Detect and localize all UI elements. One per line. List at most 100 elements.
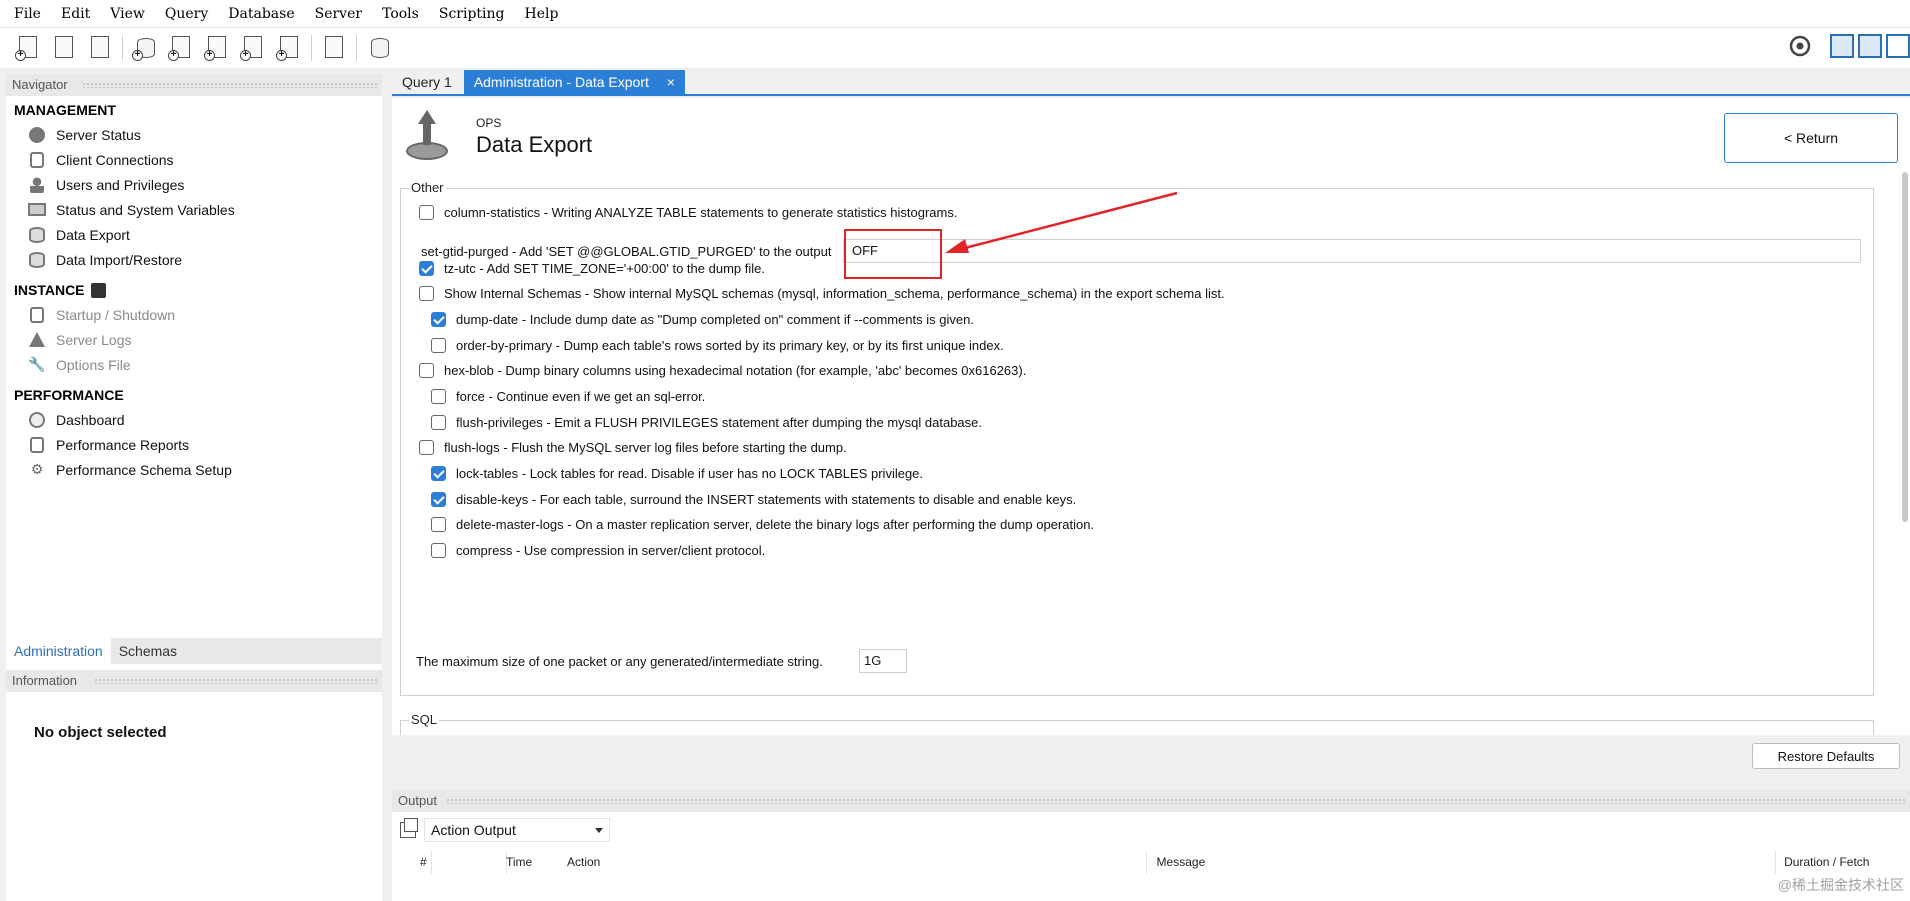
navigator-tabs: Administration Schemas [6,638,382,664]
info-icon[interactable] [86,34,114,62]
option-column-statistics[interactable]: column-statistics - Writing ANALYZE TABL… [419,205,957,220]
toggle-output-icon[interactable] [1858,34,1882,58]
nav-options-file[interactable]: 🔧 Options File [6,352,382,377]
menu-database[interactable]: Database [218,6,304,22]
tab-administration[interactable]: Administration [6,638,111,664]
new-function-icon[interactable]: + [275,34,303,62]
menu-view[interactable]: View [100,6,155,22]
tab-query-1[interactable]: Query 1 [392,70,462,94]
checkbox[interactable] [431,466,446,481]
nav-performance-reports[interactable]: Performance Reports [6,432,382,457]
checkbox[interactable] [419,440,434,455]
checkbox[interactable] [431,492,446,507]
new-schema-icon[interactable]: + [131,34,159,62]
checkbox[interactable] [419,363,434,378]
vertical-scrollbar[interactable] [1902,172,1908,522]
toggle-secondary-sidebar-icon[interactable] [1886,34,1910,58]
open-sql-script-icon[interactable] [50,34,78,62]
nav-status-variables[interactable]: Status and System Variables [6,197,382,222]
setup-icon: ⚙ [30,461,44,477]
column-header-message[interactable]: Message [1147,850,1777,874]
menu-edit[interactable]: Edit [51,6,100,22]
option-flush-logs[interactable]: flush-logs - Flush the MySQL server log … [419,440,847,455]
option-delete-master-logs[interactable]: delete-master-logs - On a master replica… [431,517,1094,532]
nav-server-logs[interactable]: Server Logs [6,327,382,352]
output-table-header: # Time Action Message Duration / Fetch [392,850,1910,874]
return-button[interactable]: < Return [1724,113,1898,163]
option-lock-tables[interactable]: lock-tables - Lock tables for read. Disa… [431,466,923,481]
option-label: flush-logs - Flush the MySQL server log … [444,440,847,455]
max-packet-field[interactable]: 1G [859,649,907,673]
option-label: hex-blob - Dump binary columns using hex… [444,363,1027,378]
column-header-duration[interactable]: Duration / Fetch [1776,850,1910,874]
close-icon[interactable]: × [667,74,675,90]
option-force[interactable]: force - Continue even if we get an sql-e… [431,389,705,404]
nav-label: Options File [56,356,131,373]
checkbox[interactable] [431,517,446,532]
checkbox[interactable] [431,543,446,558]
option-label: compress - Use compression in server/cli… [456,543,766,558]
nav-client-connections[interactable]: Client Connections [6,147,382,172]
option-dump-date[interactable]: dump-date - Include dump date as "Dump c… [431,312,974,327]
page-title: Data Export [476,132,593,157]
reconnect-icon[interactable] [365,34,393,62]
toggle-sidebar-icon[interactable] [1830,34,1854,58]
no-object-selected: No object selected [34,724,167,741]
nav-users-privileges[interactable]: Users and Privileges [6,172,382,197]
option-label: disable-keys - For each table, surround … [456,492,1077,507]
toolbar-separator [311,35,312,61]
new-table-icon[interactable]: + [167,34,195,62]
option-label: force - Continue even if we get an sql-e… [456,389,706,404]
search-table-data-icon[interactable] [320,34,348,62]
nav-startup-shutdown[interactable]: Startup / Shutdown [6,302,382,327]
option-label: dump-date - Include dump date as "Dump c… [456,312,974,327]
checkbox[interactable] [431,338,446,353]
tab-data-export[interactable]: Administration - Data Export × [463,70,685,94]
nav-label: Data Import/Restore [56,251,183,268]
checkbox[interactable] [419,205,434,220]
menu-help[interactable]: Help [515,6,569,22]
menu-file[interactable]: File [4,6,51,22]
output-type-select[interactable]: Action Output [424,818,610,842]
terminal-icon[interactable] [90,282,106,298]
checkbox[interactable] [419,286,434,301]
restore-defaults-button[interactable]: Restore Defaults [1752,743,1900,769]
option-show-internal-schemas[interactable]: Show Internal Schemas - Show internal My… [419,286,1225,301]
nav-performance-schema-setup[interactable]: ⚙ Performance Schema Setup [6,457,382,482]
tab-schemas[interactable]: Schemas [111,638,185,664]
grip-handle [82,82,378,88]
menu-query[interactable]: Query [155,6,218,22]
nav-dashboard[interactable]: Dashboard [6,407,382,432]
checkbox[interactable] [431,312,446,327]
option-compress[interactable]: compress - Use compression in server/cli… [431,543,765,558]
option-disable-keys[interactable]: disable-keys - For each table, surround … [431,492,1076,507]
option-label: lock-tables - Lock tables for read. Disa… [456,466,924,481]
option-hex-blob[interactable]: hex-blob - Dump binary columns using hex… [419,363,1026,378]
option-tz-utc[interactable]: tz-utc - Add SET TIME_ZONE='+00:00' to t… [419,261,765,276]
preferences-icon[interactable] [1788,34,1812,58]
option-order-by-primary[interactable]: order-by-primary - Dump each table's row… [431,338,1004,353]
checkbox[interactable] [431,415,446,430]
column-header-number[interactable]: # [392,850,432,874]
nav-server-status[interactable]: Server Status [6,122,382,147]
warning-icon [28,331,46,349]
checkbox[interactable] [431,389,446,404]
copy-icon[interactable] [400,818,418,838]
nav-data-export[interactable]: Data Export [6,222,382,247]
option-flush-privileges[interactable]: flush-privileges - Emit a FLUSH PRIVILEG… [431,415,982,430]
menu-server[interactable]: Server [305,6,372,22]
select-value: Action Output [431,822,516,838]
nav-data-import[interactable]: Data Import/Restore [6,247,382,272]
section-performance: PERFORMANCE [6,381,382,407]
menu-scripting[interactable]: Scripting [429,6,515,22]
checkbox[interactable] [419,261,434,276]
new-procedure-icon[interactable]: + [239,34,267,62]
navigator-header: Navigator [6,74,382,96]
new-sql-tab-icon[interactable]: + [14,34,42,62]
data-export-icon [404,110,450,162]
column-header-action[interactable]: Action [507,850,1147,874]
column-header-time[interactable]: Time [432,850,532,874]
option-label: flush-privileges - Emit a FLUSH PRIVILEG… [456,415,983,430]
new-view-icon[interactable]: + [203,34,231,62]
menu-tools[interactable]: Tools [372,6,429,22]
